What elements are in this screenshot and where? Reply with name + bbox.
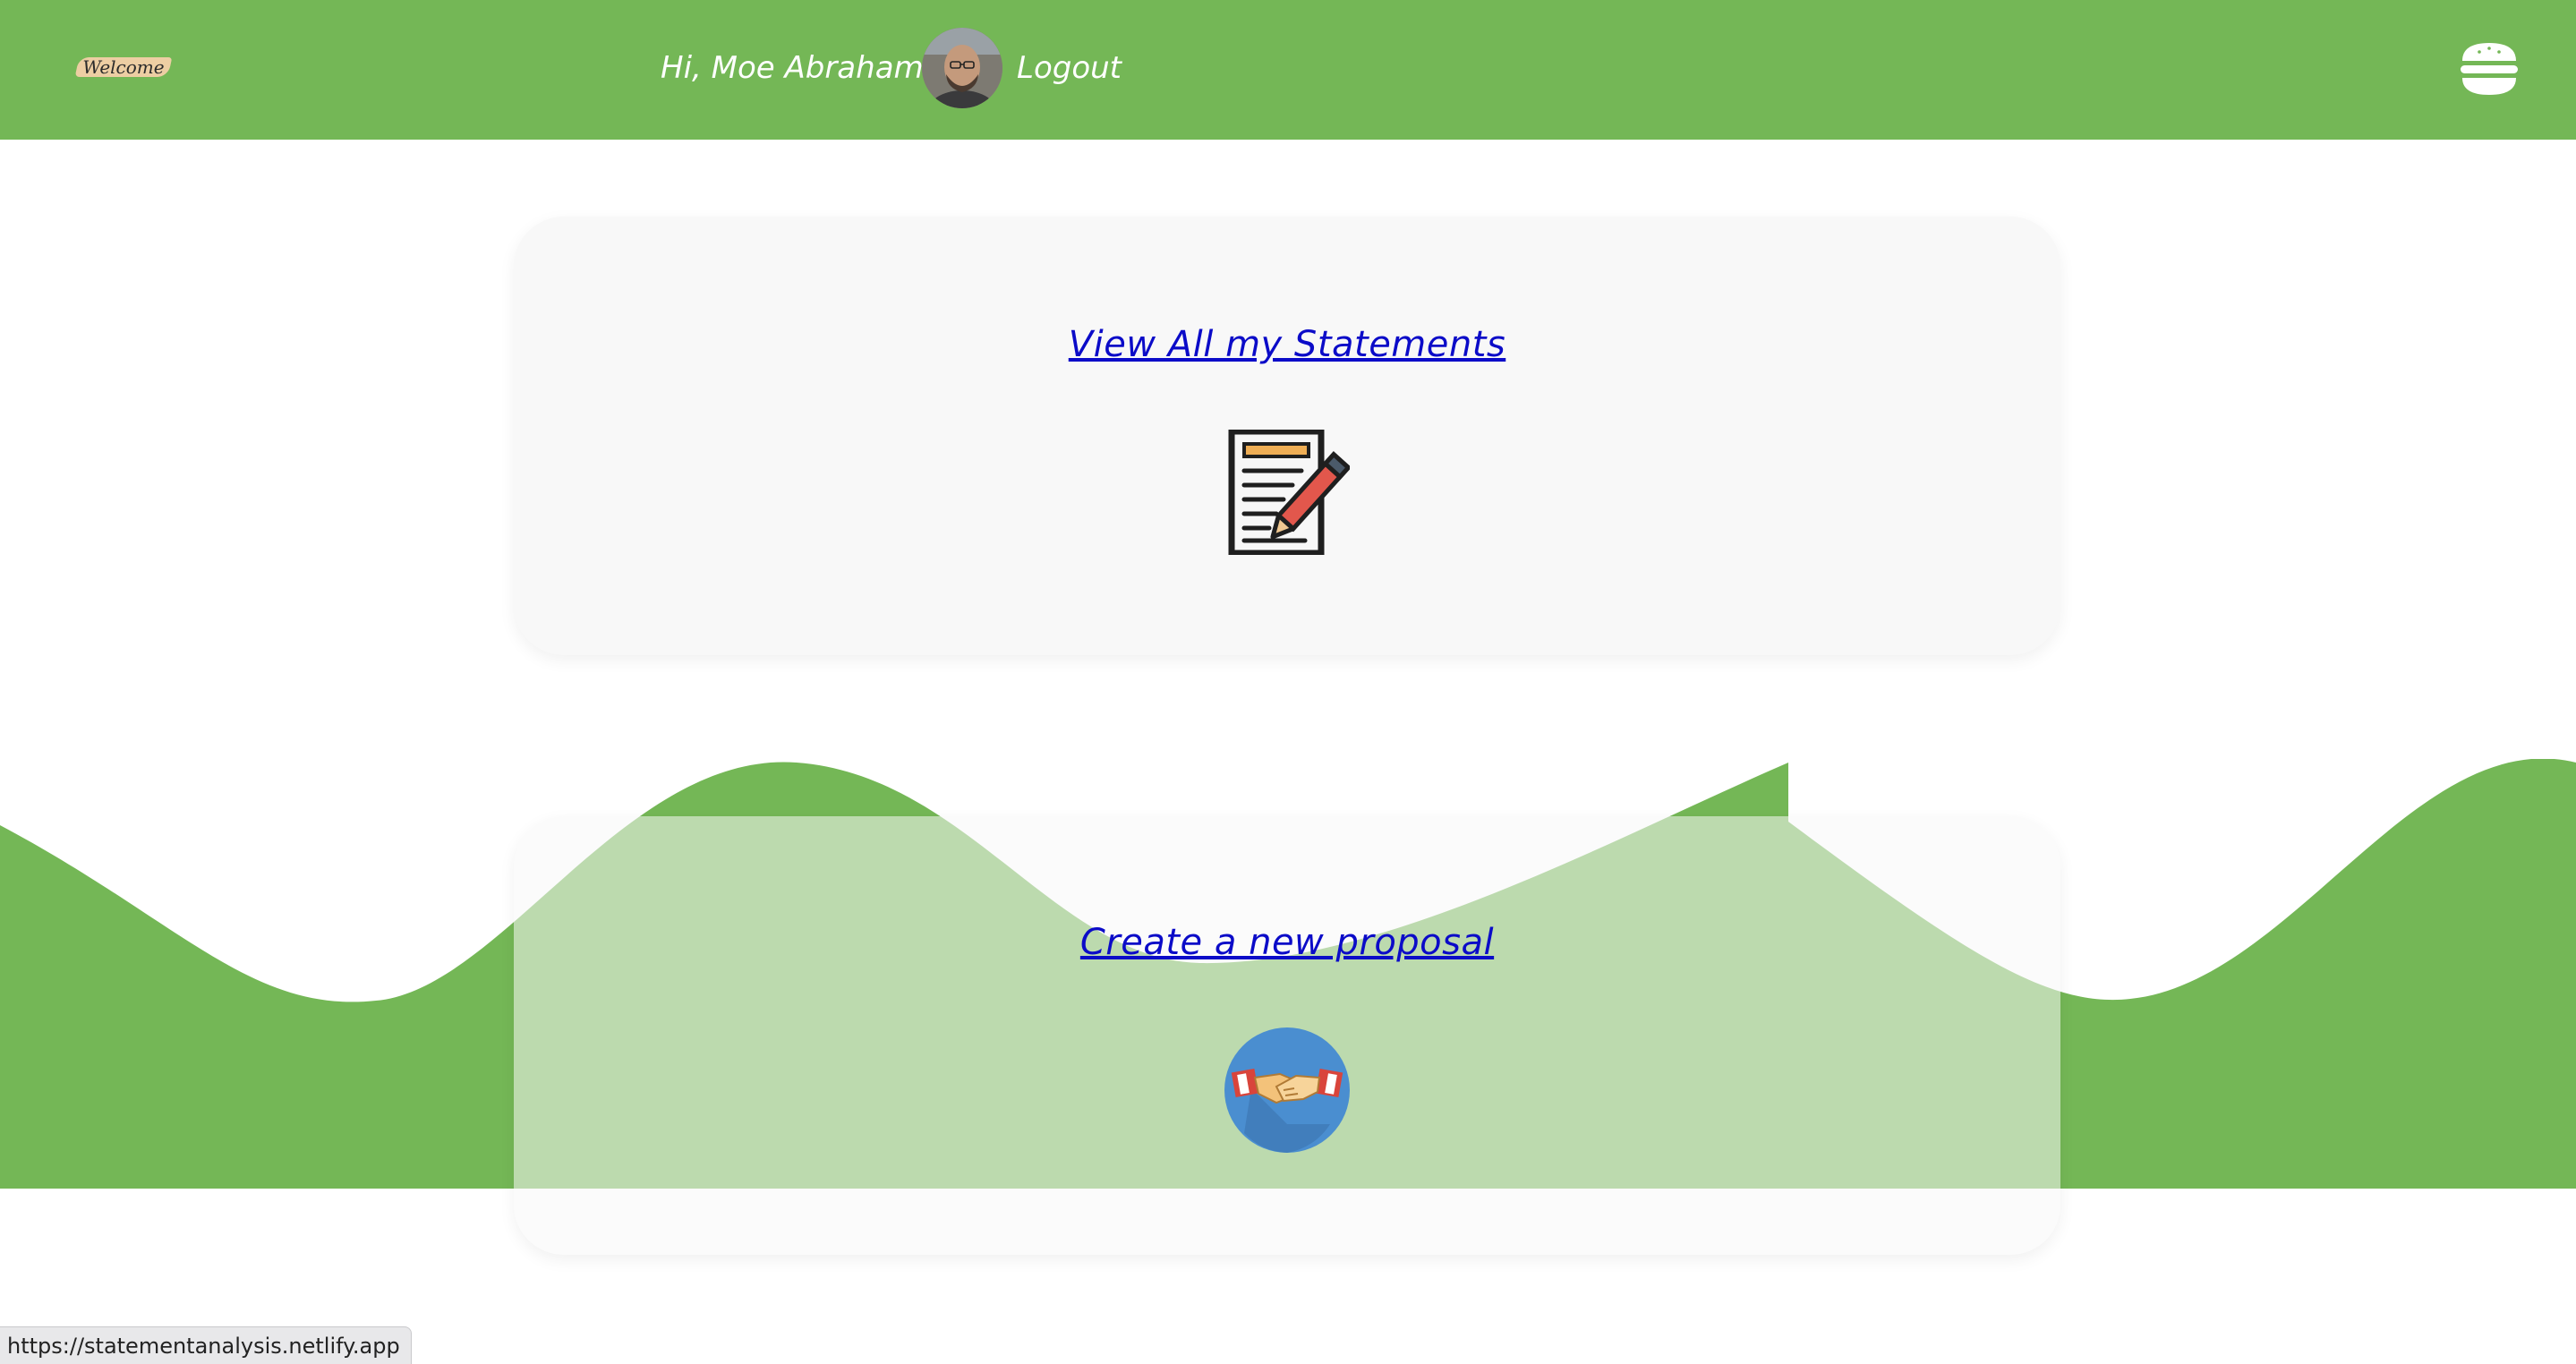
handshake-icon[interactable]: [1224, 1027, 1350, 1153]
proposal-card: Create a new proposal: [514, 816, 2060, 1255]
logo-text: Welcome: [82, 56, 165, 78]
hamburger-icon: [2461, 43, 2518, 95]
document-pencil-icon[interactable]: [1224, 428, 1352, 557]
logout-link[interactable]: Logout: [1017, 47, 1122, 90]
welcome-logo[interactable]: Welcome: [74, 54, 173, 81]
status-bar-url: https://statementanalysis.netlify.app: [0, 1326, 412, 1364]
statements-card: View All my Statements: [514, 217, 2060, 655]
avatar: [922, 28, 1002, 108]
user-greeting: Hi, Moe Abraham: [661, 50, 924, 86]
top-navbar: Welcome Hi, Moe Abraham Logout: [0, 0, 2576, 140]
page: Welcome Hi, Moe Abraham Logout View All …: [0, 0, 2576, 1364]
avatar-photo: [922, 28, 1002, 108]
hamburger-menu-button[interactable]: [2460, 41, 2519, 97]
create-proposal-link[interactable]: Create a new proposal: [514, 922, 2060, 963]
view-statements-link[interactable]: View All my Statements: [514, 324, 2060, 365]
